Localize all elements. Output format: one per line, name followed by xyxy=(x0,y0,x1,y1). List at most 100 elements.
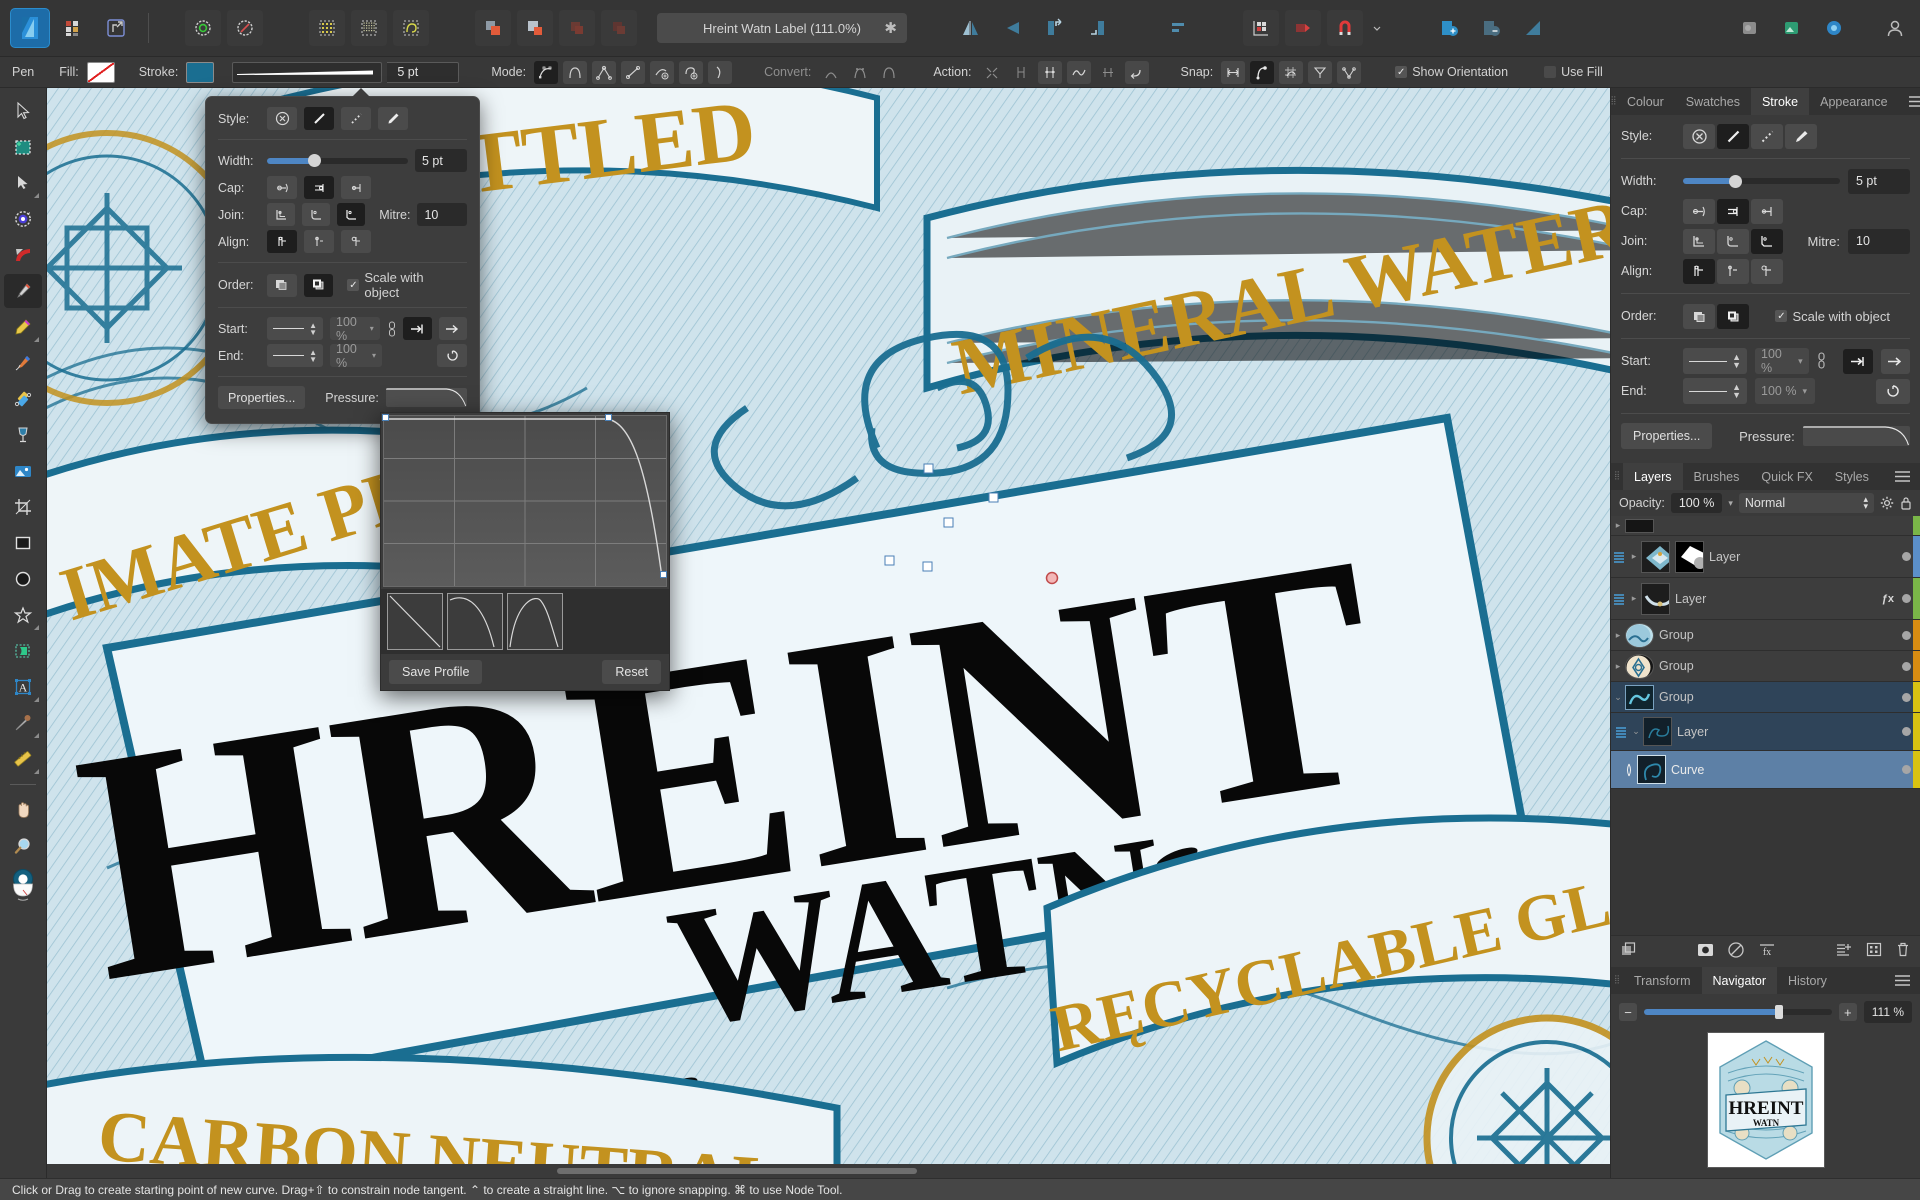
disclosure-icon[interactable]: ⌄ xyxy=(1611,692,1625,703)
lock-icon[interactable] xyxy=(1900,496,1912,510)
stroke-style-dashed-button[interactable] xyxy=(1751,124,1783,149)
stroke-style-solid-button[interactable] xyxy=(1717,124,1749,149)
join-round-button[interactable] xyxy=(1717,229,1749,254)
tab-colour[interactable]: Colour xyxy=(1616,88,1675,115)
align-left-icon[interactable] xyxy=(1161,10,1197,46)
stroke-width-slider-knob[interactable] xyxy=(1729,175,1742,188)
fill-swatch[interactable] xyxy=(87,62,115,83)
curve-node-middle[interactable] xyxy=(605,414,612,421)
cap-butt-button[interactable] xyxy=(1683,199,1715,224)
brushes-icon[interactable] xyxy=(1816,10,1852,46)
popover-style-dashed-button[interactable] xyxy=(341,107,371,130)
popover-end-percent-field[interactable]: 100 % ▾ xyxy=(330,344,382,367)
ellipse-tool[interactable] xyxy=(4,562,42,596)
mask-layer-icon[interactable] xyxy=(1473,10,1509,46)
tangent-mode-button[interactable] xyxy=(708,61,732,84)
popover-width-slider-knob[interactable] xyxy=(308,154,321,167)
move-tool[interactable] xyxy=(4,94,42,128)
boolean-divide-icon[interactable] xyxy=(601,10,637,46)
opacity-dropdown-icon[interactable]: ▾ xyxy=(1728,498,1733,509)
crop-tool[interactable] xyxy=(4,490,42,524)
disclosure-icon[interactable]: ▸ xyxy=(1627,551,1641,562)
preset-ease-out-down[interactable] xyxy=(447,593,503,650)
polygon-mode-button[interactable] xyxy=(592,61,616,84)
popover-style-solid-button[interactable] xyxy=(304,107,334,130)
popover-order-stroke-above-button[interactable] xyxy=(304,274,334,297)
layer-visibility-dot[interactable] xyxy=(1902,693,1911,702)
popover-link-icon[interactable] xyxy=(387,321,396,337)
link-icon[interactable] xyxy=(1817,352,1827,370)
end-percent-field[interactable]: 100 % ▾ xyxy=(1755,378,1815,404)
join-curve-button[interactable] xyxy=(1038,61,1062,84)
disclosure-icon[interactable]: ▸ xyxy=(1627,593,1641,604)
transparency-tool[interactable] xyxy=(4,238,42,272)
add-layer-icon[interactable] xyxy=(1431,10,1467,46)
text-tool[interactable]: A xyxy=(4,670,42,704)
navigator-thumbnail[interactable]: HREINT WATN xyxy=(1707,1032,1825,1168)
colour-wheel-icon[interactable] xyxy=(4,865,42,905)
disclosure-icon[interactable]: ▸ xyxy=(1611,661,1625,672)
new-group-icon[interactable] xyxy=(1866,942,1882,957)
stock-icon[interactable] xyxy=(1774,10,1810,46)
document-title-bar[interactable]: Hreint Watn Label (111.0%) ✱ xyxy=(657,13,907,43)
popover-scale-with-object-checkbox[interactable]: ✓ Scale with object xyxy=(347,270,461,300)
tab-stroke[interactable]: Stroke xyxy=(1751,88,1809,115)
tab-history[interactable]: History xyxy=(1777,967,1838,994)
shape-selection-tool[interactable] xyxy=(4,634,42,668)
popover-start-align-button[interactable] xyxy=(403,317,431,340)
star-tool[interactable] xyxy=(4,598,42,632)
layer-visibility-dot[interactable] xyxy=(1902,631,1911,640)
tab-swatches[interactable]: Swatches xyxy=(1675,88,1751,115)
layer-visibility-dot[interactable] xyxy=(1902,594,1911,603)
boolean-add-icon[interactable] xyxy=(475,10,511,46)
eyedropper-tool[interactable] xyxy=(4,706,42,740)
popover-order-fill-above-button[interactable] xyxy=(267,274,297,297)
popover-align-center-button[interactable] xyxy=(267,230,297,253)
popover-mitre-input[interactable]: 10 xyxy=(417,203,467,226)
table-row[interactable]: ⌄ Layer xyxy=(1611,713,1920,751)
zoom-out-button[interactable]: − xyxy=(1619,1003,1637,1021)
stroke-pressure-preview[interactable] xyxy=(1803,426,1910,446)
disclosure-icon[interactable]: ▸ xyxy=(1611,630,1625,641)
popover-join-round-button[interactable] xyxy=(302,203,330,226)
stroke-properties-button[interactable]: Properties... xyxy=(1621,423,1712,449)
table-row[interactable]: Curve xyxy=(1611,751,1920,789)
swap-arrows-button[interactable] xyxy=(1876,379,1910,404)
popover-start-percent-field[interactable]: 100 % ▾ xyxy=(330,317,380,340)
disclosure-icon[interactable]: ▸ xyxy=(1611,520,1625,531)
new-layer-icon[interactable] xyxy=(1836,942,1852,957)
snap-objects-button[interactable] xyxy=(1221,61,1245,84)
show-orientation-checkbox[interactable]: ✓ Show Orientation xyxy=(1395,65,1508,79)
tab-transform[interactable]: Transform xyxy=(1623,967,1702,994)
layers-list[interactable]: ▸ ▸ Layer xyxy=(1611,516,1920,935)
gear-icon[interactable] xyxy=(1880,496,1894,510)
rotate-right-icon[interactable] xyxy=(1079,10,1115,46)
layer-visibility-dot[interactable] xyxy=(1902,727,1911,736)
colour-grid-icon[interactable] xyxy=(56,10,92,46)
break-curve-button[interactable] xyxy=(980,61,1004,84)
reset-button[interactable]: Reset xyxy=(602,660,661,684)
fx-icon[interactable]: fx xyxy=(1758,942,1776,957)
zoom-slider-knob[interactable] xyxy=(1775,1005,1783,1019)
layer-visibility-icon[interactable] xyxy=(1613,726,1629,738)
tab-brushes[interactable]: Brushes xyxy=(1683,463,1751,490)
mask-icon[interactable] xyxy=(1697,943,1714,957)
close-curve-mode-button[interactable] xyxy=(679,61,703,84)
popover-align-inside-button[interactable] xyxy=(304,230,334,253)
start-percent-field[interactable]: 100 % ▾ xyxy=(1755,348,1809,374)
corner-tool[interactable] xyxy=(4,202,42,236)
vector-flood-tool[interactable] xyxy=(4,418,42,452)
disclosure-icon[interactable]: ⌄ xyxy=(1629,726,1643,737)
popover-cap-butt-button[interactable] xyxy=(267,176,297,199)
table-row[interactable]: ▸ Group xyxy=(1611,620,1920,651)
close-curve-button[interactable] xyxy=(1009,61,1033,84)
order-stroke-above-button[interactable] xyxy=(1717,304,1749,329)
align-inside-button[interactable] xyxy=(1717,259,1749,284)
assets-icon[interactable] xyxy=(1732,10,1768,46)
pen-mode-button[interactable] xyxy=(534,61,558,84)
start-arrow-select[interactable]: ▲▼ xyxy=(1683,348,1747,374)
table-row[interactable]: ⌄ Group xyxy=(1611,682,1920,713)
order-fill-above-button[interactable] xyxy=(1683,304,1715,329)
align-center-button[interactable] xyxy=(1683,259,1715,284)
zoom-value-field[interactable]: 111 % xyxy=(1864,1001,1912,1023)
